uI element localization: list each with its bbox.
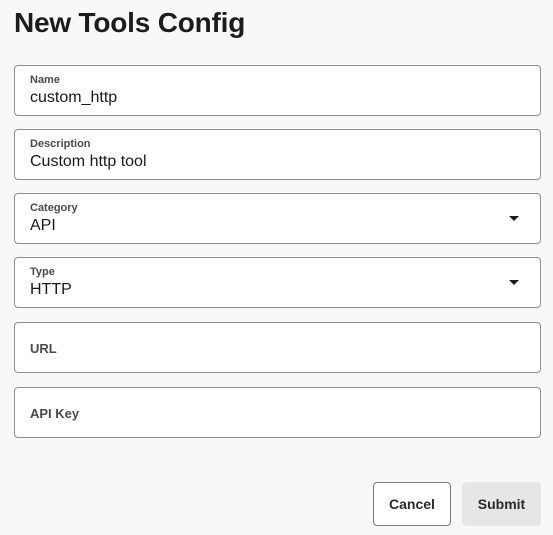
category-select-value[interactable]: API bbox=[30, 216, 56, 235]
type-select[interactable]: Type HTTP bbox=[14, 257, 541, 308]
submit-button[interactable]: Submit bbox=[462, 482, 541, 526]
api-key-field-label: API Key bbox=[30, 406, 80, 421]
api-key-field[interactable]: API Key bbox=[14, 387, 541, 438]
category-select-label: Category bbox=[30, 202, 78, 214]
description-field-label: Description bbox=[30, 138, 91, 150]
page-title: New Tools Config bbox=[14, 7, 246, 38]
name-field-value[interactable]: custom_http bbox=[30, 88, 117, 107]
caret-down-icon[interactable] bbox=[509, 216, 519, 221]
category-select[interactable]: Category API bbox=[14, 193, 541, 244]
description-field-value[interactable]: Custom http tool bbox=[30, 152, 147, 171]
url-field-label: URL bbox=[30, 341, 57, 356]
description-field[interactable]: Description Custom http tool bbox=[14, 129, 541, 180]
name-field[interactable]: Name custom_http bbox=[14, 65, 541, 116]
url-field[interactable]: URL bbox=[14, 322, 541, 373]
new-tools-config-dialog: New Tools Config Name custom_http Descri… bbox=[0, 0, 553, 535]
name-field-label: Name bbox=[30, 74, 60, 86]
caret-down-icon[interactable] bbox=[509, 280, 519, 285]
cancel-button[interactable]: Cancel bbox=[373, 482, 451, 526]
type-select-label: Type bbox=[30, 266, 55, 278]
type-select-value[interactable]: HTTP bbox=[30, 280, 72, 299]
